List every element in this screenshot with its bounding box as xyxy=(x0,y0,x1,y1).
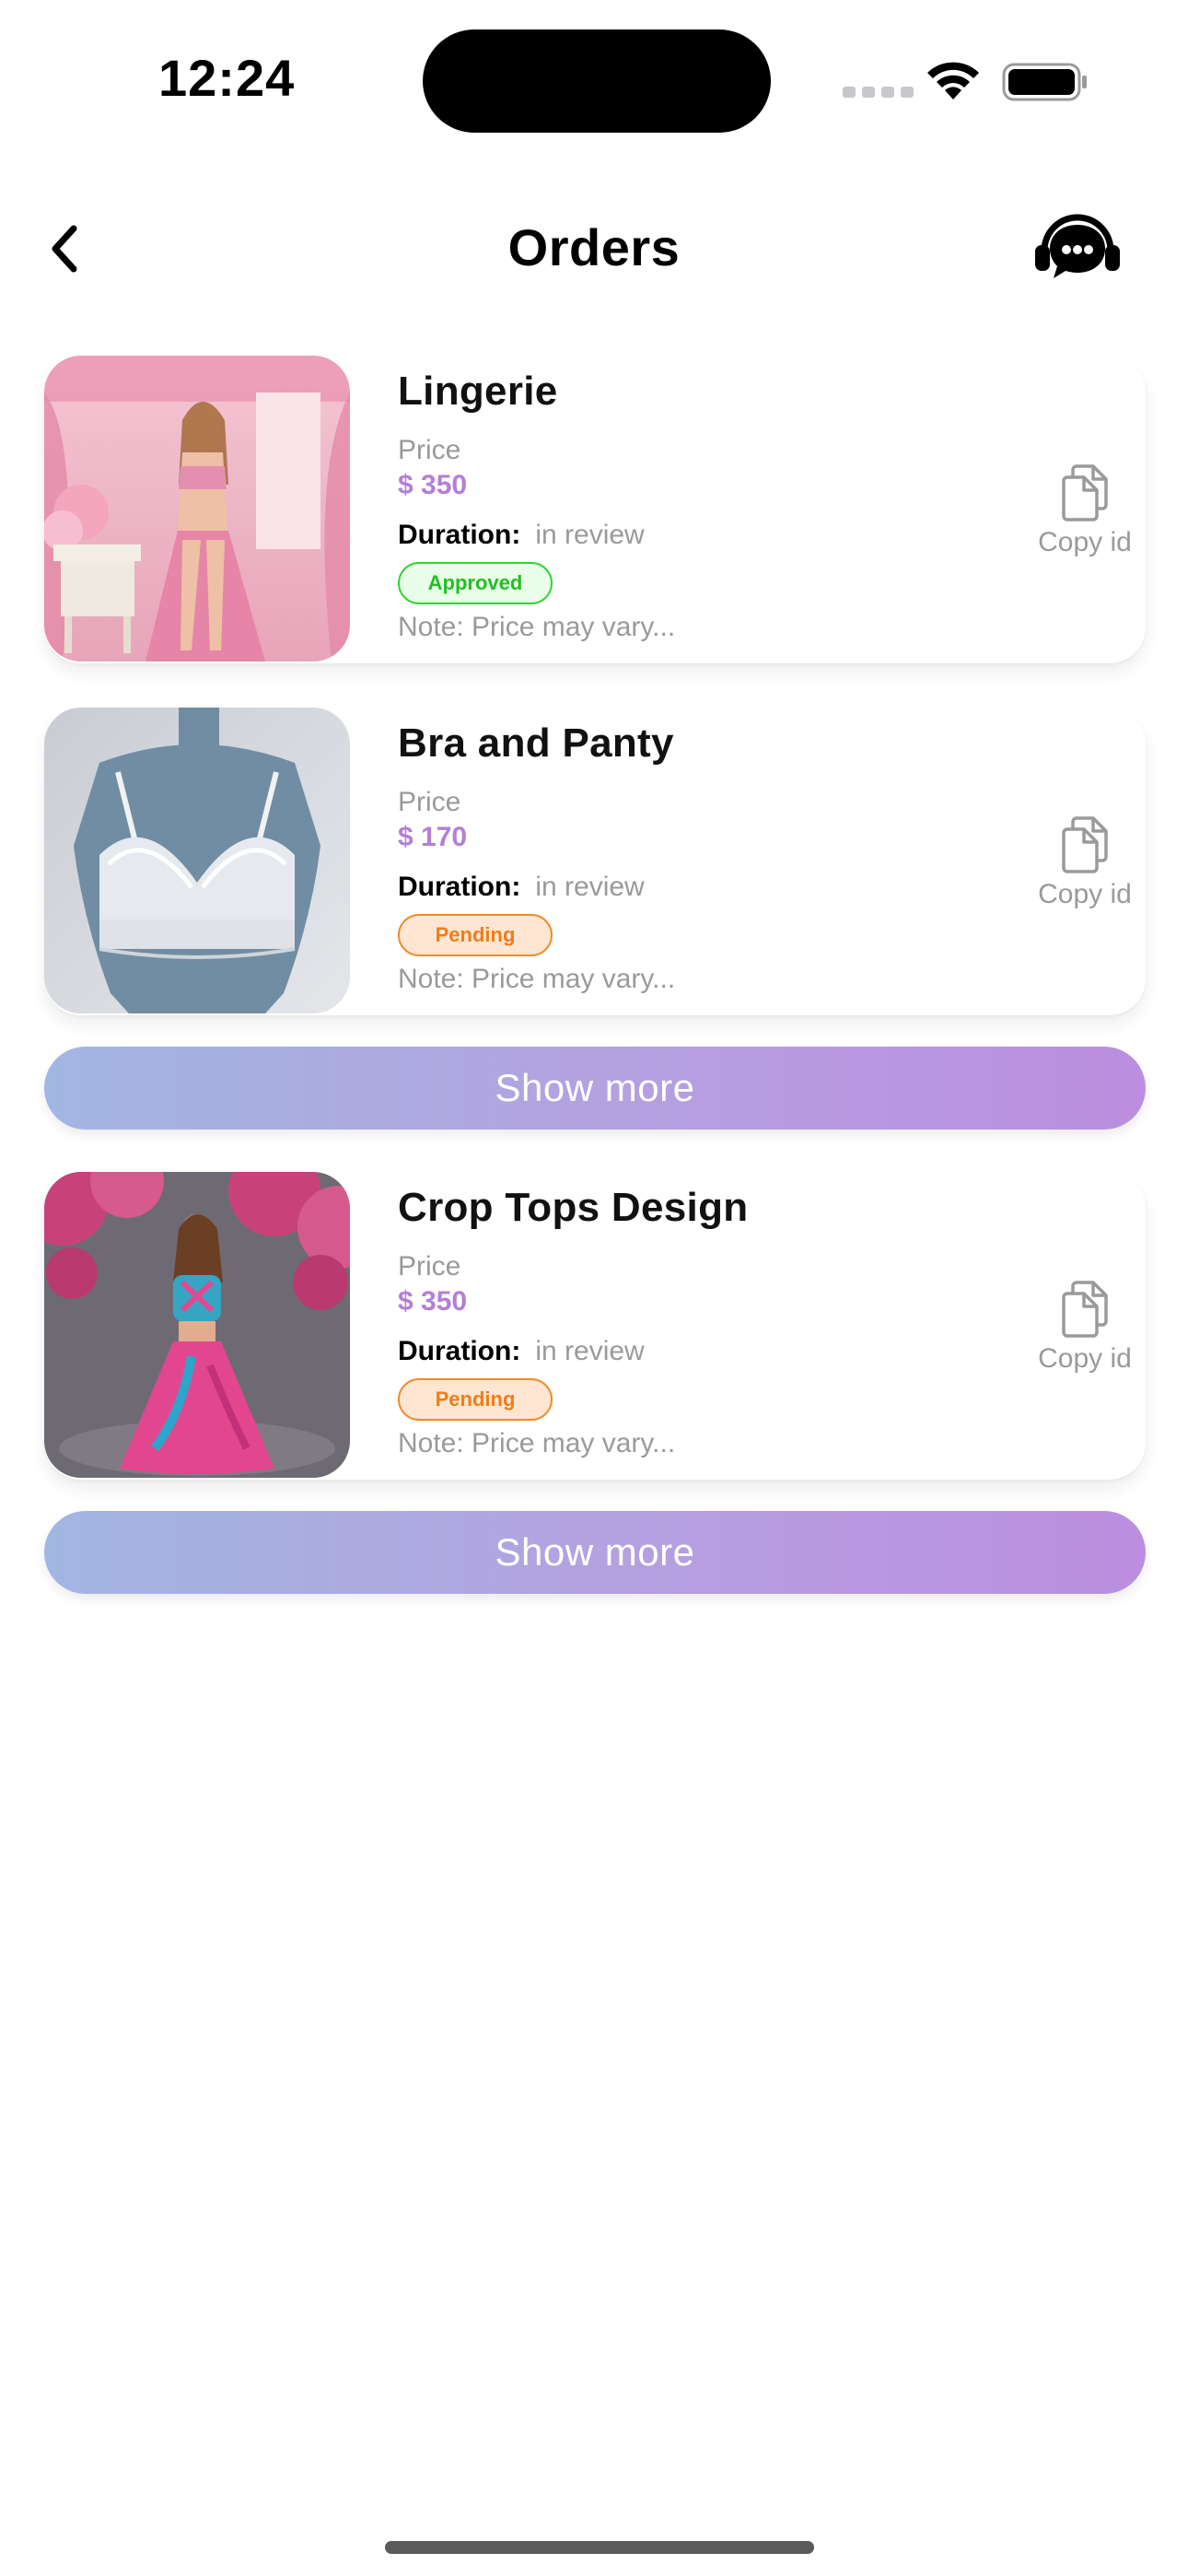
copy-id-button[interactable]: Copy id xyxy=(1024,1281,1146,1375)
order-card[interactable]: Crop Tops Design Price $ 350 Duration: i… xyxy=(44,1172,1146,1480)
order-card[interactable]: Lingerie Price $ 350 Duration: in review… xyxy=(44,356,1146,663)
cellular-signal-icon xyxy=(843,87,914,98)
price-value: $ 170 xyxy=(398,822,468,852)
copy-id-label: Copy id xyxy=(1038,527,1132,557)
copy-id-button[interactable]: Copy id xyxy=(1024,464,1146,558)
duration-label: Duration: xyxy=(398,872,521,902)
order-card[interactable]: Bra and Panty Price $ 170 Duration: in r… xyxy=(44,708,1146,1015)
price-label: Price xyxy=(398,787,461,817)
duration-value: in review xyxy=(535,520,645,550)
status-badge: Pending xyxy=(398,1378,553,1421)
price-value: $ 350 xyxy=(398,470,468,500)
page-title: Orders xyxy=(507,218,681,276)
status-time: 12:24 xyxy=(158,49,296,107)
duration-row: Duration: in review xyxy=(398,864,1024,910)
product-name: Bra and Panty xyxy=(398,720,674,766)
duration-value: in review xyxy=(535,1336,645,1366)
headset-chat-icon xyxy=(1035,214,1120,278)
status-bar: 12:24 xyxy=(0,0,1188,157)
copy-id-label: Copy id xyxy=(1038,879,1132,909)
home-indicator[interactable] xyxy=(385,2541,814,2554)
price-note: Note: Price may vary... xyxy=(398,612,676,642)
status-badge: Approved xyxy=(398,562,553,604)
product-image-bra-and-panty xyxy=(44,708,350,1013)
product-image-crop-tops-design xyxy=(44,1172,350,1478)
support-chat-button[interactable] xyxy=(1031,210,1124,287)
price-note: Note: Price may vary... xyxy=(398,964,676,994)
copy-document-icon xyxy=(1062,464,1108,521)
price-label: Price xyxy=(398,1251,461,1282)
product-image-lingerie xyxy=(44,356,350,662)
copy-document-icon xyxy=(1062,816,1108,873)
copy-document-icon xyxy=(1062,1281,1108,1338)
battery-icon xyxy=(1002,63,1087,101)
show-more-button[interactable]: Show more xyxy=(44,1511,1146,1594)
header: Orders xyxy=(0,184,1188,313)
copy-id-label: Copy id xyxy=(1038,1343,1132,1374)
duration-label: Duration: xyxy=(398,1336,521,1366)
price-note: Note: Price may vary... xyxy=(398,1428,676,1458)
duration-label: Duration: xyxy=(398,520,521,550)
duration-row: Duration: in review xyxy=(398,1329,1024,1375)
price-value: $ 350 xyxy=(398,1286,468,1317)
duration-value: in review xyxy=(535,872,645,902)
product-name: Lingerie xyxy=(398,369,558,414)
duration-row: Duration: in review xyxy=(398,512,1024,558)
copy-id-button[interactable]: Copy id xyxy=(1024,816,1146,910)
show-more-button[interactable]: Show more xyxy=(44,1047,1146,1130)
dynamic-island xyxy=(423,29,771,133)
status-badge: Pending xyxy=(398,914,553,956)
price-label: Price xyxy=(398,435,461,465)
product-name: Crop Tops Design xyxy=(398,1185,749,1230)
wifi-icon xyxy=(927,62,979,100)
